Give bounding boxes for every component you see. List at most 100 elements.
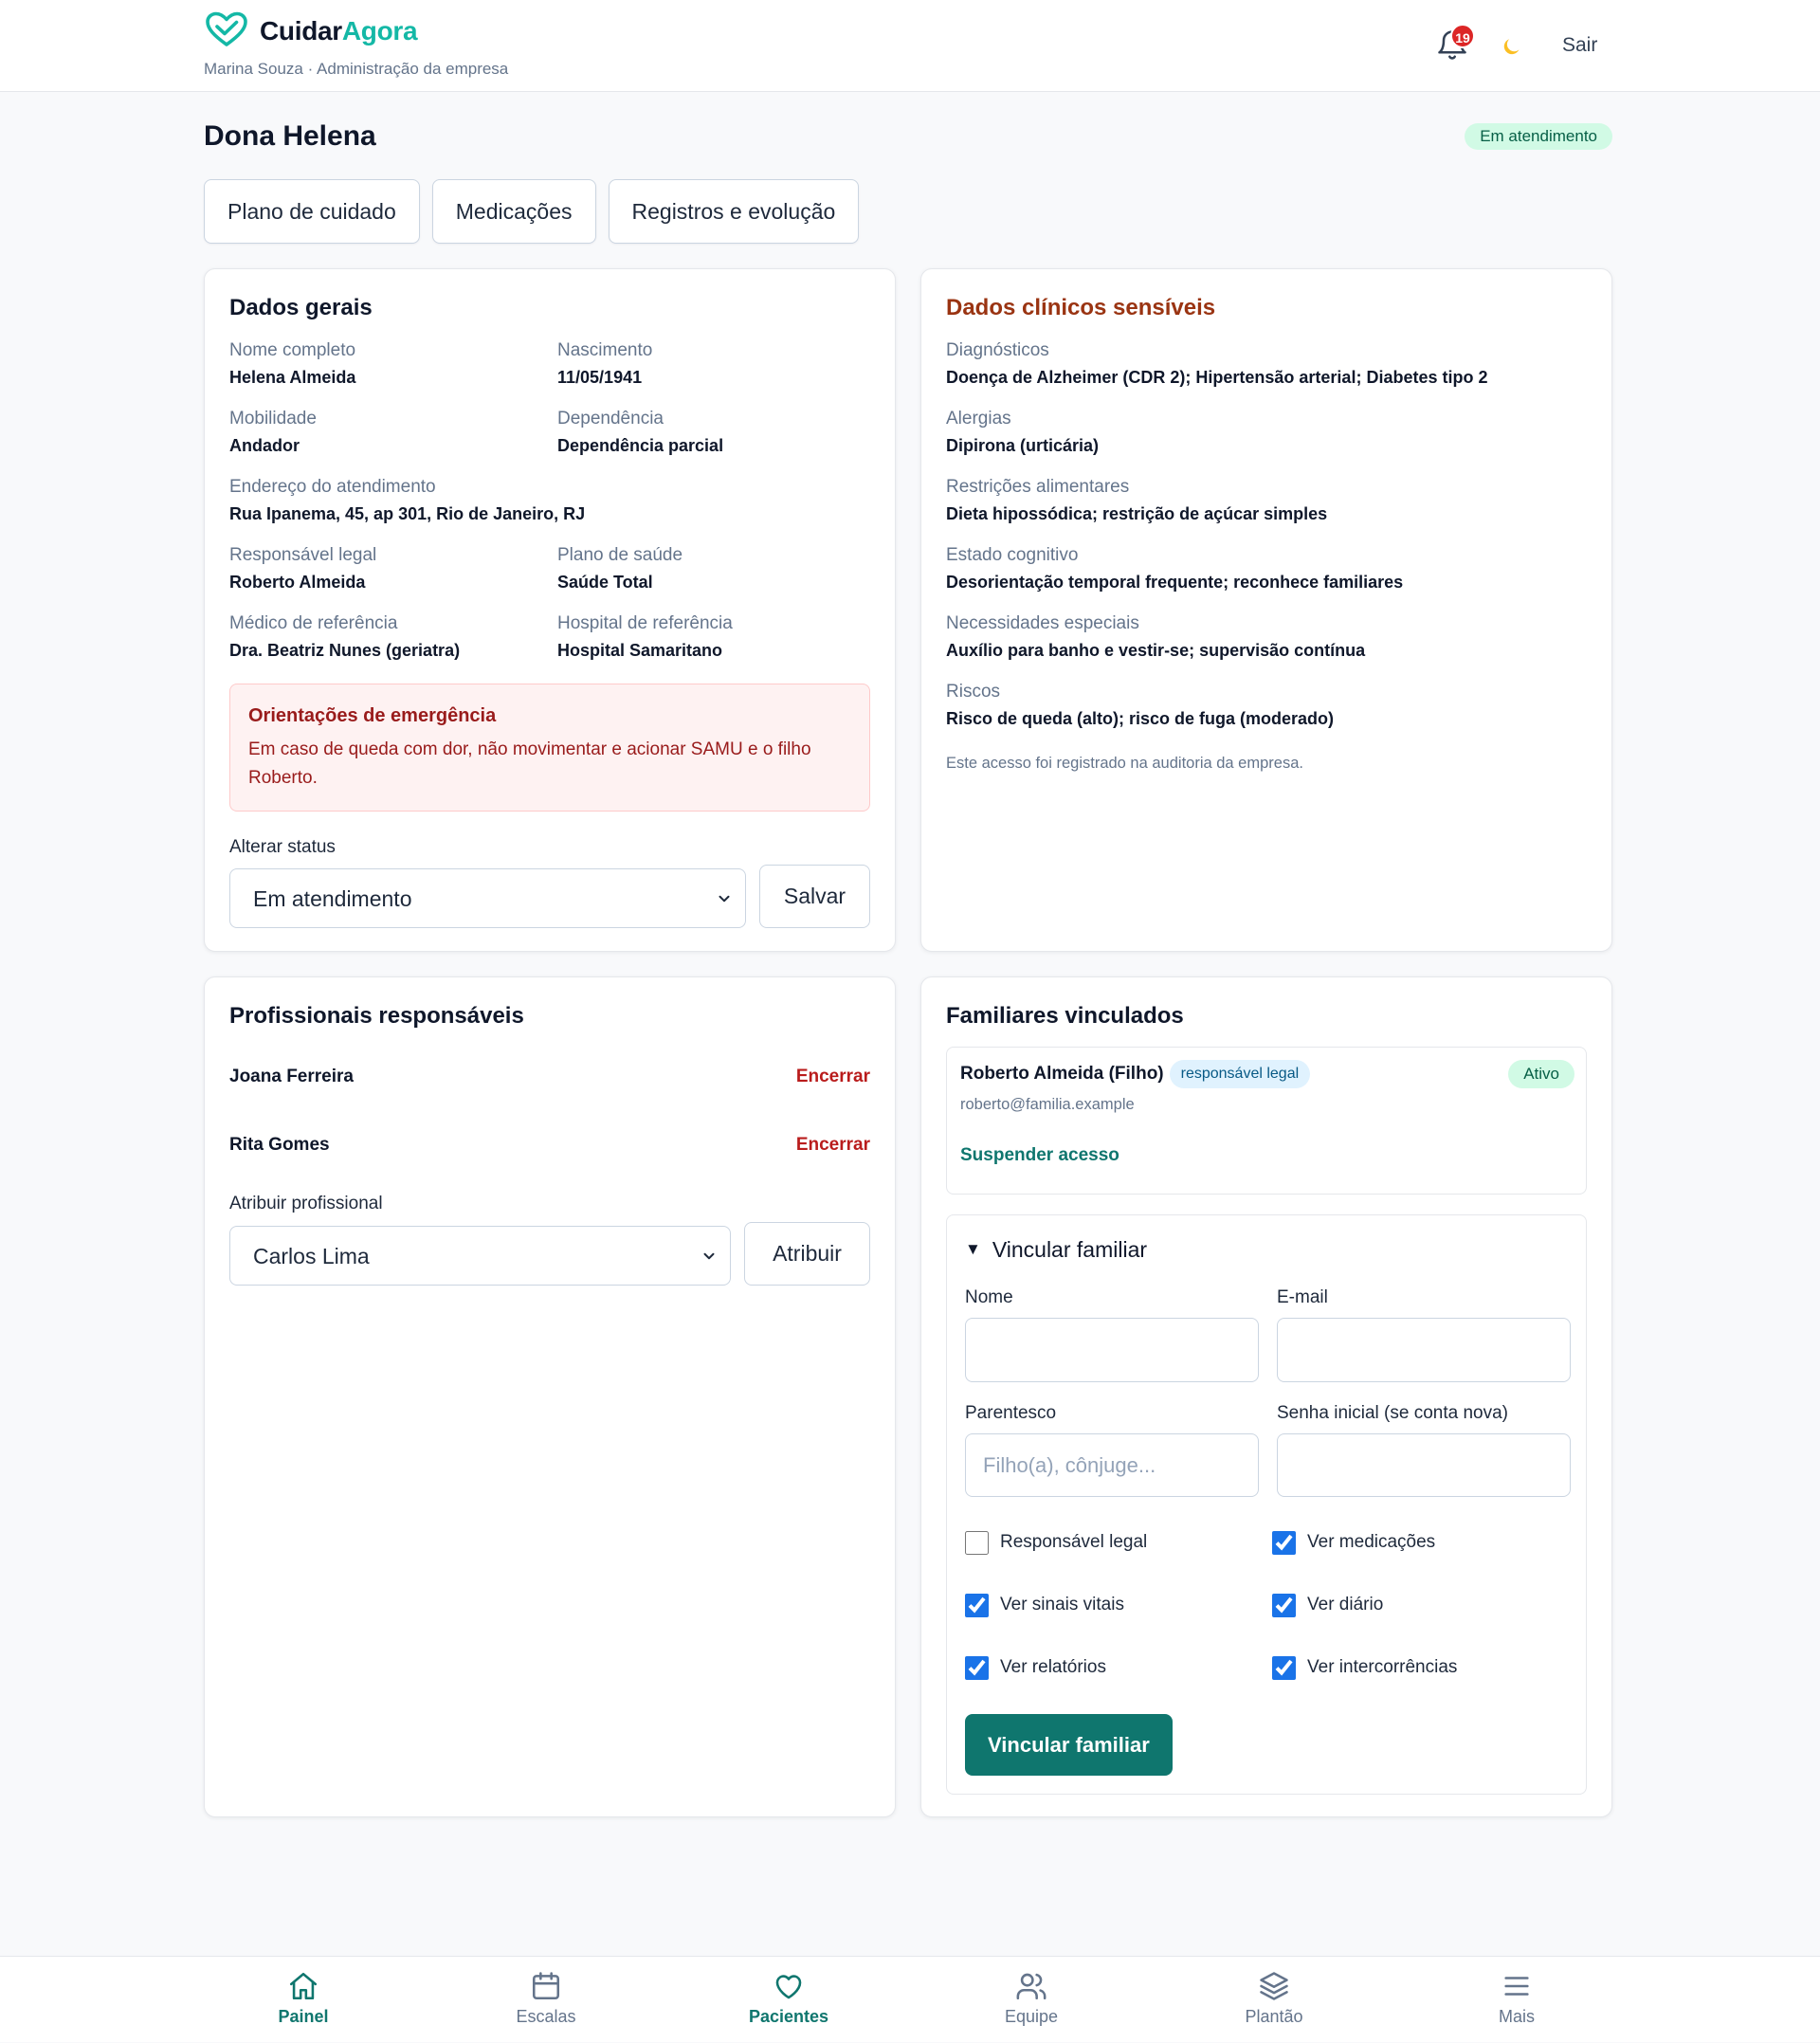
professional-select[interactable]: Carlos Lima [229, 1226, 731, 1286]
link-family-toggle[interactable]: ▼ Vincular familiar [965, 1233, 1568, 1266]
field-value: Dipirona (urticária) [946, 436, 1100, 455]
nav-label: Painel [278, 2007, 329, 2026]
page-title: Dona Helena [204, 120, 376, 152]
permission-diary[interactable]: Ver diário [1272, 1574, 1566, 1636]
field-diet-restrictions: Restrições alimentares Dieta hipossódica… [946, 474, 1587, 527]
field-cognitive-state: Estado cognitivo Desorientação temporal … [946, 542, 1587, 595]
suspend-access-button[interactable]: Suspender acesso [960, 1142, 1574, 1169]
assign-button[interactable]: Atribuir [744, 1222, 870, 1286]
field-label: Nome completo [229, 340, 356, 360]
tab-records[interactable]: Registros e evolução [608, 179, 860, 244]
field-risks: Riscos Risco de queda (alto); risco de f… [946, 679, 1587, 732]
nav-item-patients[interactable]: Pacientes [667, 1957, 910, 2043]
field-value: Doença de Alzheimer (CDR 2); Hipertensão… [946, 368, 1488, 387]
clinical-fields: Diagnósticos Doença de Alzheimer (CDR 2)… [946, 337, 1587, 732]
field-label: Parentesco [965, 1403, 1057, 1423]
relation-field-group: Parentesco [965, 1400, 1259, 1497]
professional-select-wrapper: Carlos Lima [229, 1226, 731, 1286]
field-birth-date: Nascimento 11/05/1941 [557, 337, 872, 391]
field-value: Andador [229, 436, 300, 455]
link-family-button[interactable]: Vincular familiar [965, 1714, 1173, 1776]
nav-item-team[interactable]: Equipe [910, 1957, 1153, 2043]
assign-label: Atribuir profissional [229, 1194, 383, 1213]
tab-medications[interactable]: Medicações [431, 179, 596, 244]
checkbox-label: Ver sinais vitais [1000, 1595, 1124, 1614]
permission-incidents[interactable]: Ver intercorrências [1272, 1636, 1566, 1699]
status-select[interactable]: Em atendimento [229, 868, 746, 928]
end-assignment-button[interactable]: Encerrar [796, 1064, 870, 1090]
member-header: Roberto Almeida (Filho) responsável lega… [960, 1059, 1574, 1089]
member-email: roberto@familia.example [960, 1096, 1135, 1113]
member-status-badge: Ativo [1508, 1060, 1574, 1088]
field-diagnoses: Diagnósticos Doença de Alzheimer (CDR 2)… [946, 337, 1587, 391]
field-reference-doctor: Médico de referência Dra. Beatriz Nunes … [229, 611, 544, 664]
nav-item-dashboard[interactable]: Painel [182, 1957, 425, 2043]
list-item: Joana Ferreira Encerrar [229, 1064, 870, 1111]
field-label: Dependência [557, 409, 664, 429]
field-health-plan: Plano de saúde Saúde Total [557, 542, 872, 595]
email-input[interactable] [1277, 1318, 1571, 1382]
status-label: Alterar status [229, 837, 336, 857]
general-fields: Nome completo Helena Almeida Nascimento … [229, 337, 870, 664]
brand-name[interactable]: CuidarAgora [260, 13, 418, 49]
nav-label: Escalas [516, 2007, 576, 2026]
field-value: Risco de queda (alto); risco de fuga (mo… [946, 709, 1335, 728]
emergency-instructions: Orientações de emergência Em caso de que… [229, 684, 870, 812]
field-label: Responsável legal [229, 545, 377, 565]
vital-signs-checkbox[interactable] [965, 1593, 989, 1617]
checkbox-label: Responsável legal [1000, 1532, 1148, 1552]
field-label: Nome [965, 1287, 1013, 1307]
checkbox-label: Ver medicações [1307, 1532, 1436, 1552]
logout-link[interactable]: Sair [1562, 32, 1597, 59]
status-badge: Em atendimento [1465, 123, 1612, 150]
card-title: Dados clínicos sensíveis [946, 295, 1216, 320]
home-icon [289, 1972, 318, 2000]
card-title: Familiares vinculados [946, 1003, 1184, 1029]
nav-label: Mais [1498, 2007, 1535, 2026]
field-value: Helena Almeida [229, 368, 356, 387]
general-data-card: Dados gerais Nome completo Helena Almeid… [204, 268, 896, 952]
nav-label: Plantão [1245, 2007, 1303, 2026]
field-value: Dependência parcial [557, 436, 724, 455]
tab-care-plan[interactable]: Plano de cuidado [204, 179, 420, 244]
field-label: Estado cognitivo [946, 545, 1079, 565]
field-label: Alergias [946, 409, 1011, 429]
relationship-input[interactable] [965, 1433, 1259, 1497]
permissions-group: Responsável legal Ver medicações Ver sin… [965, 1511, 1568, 1699]
name-input[interactable] [965, 1318, 1259, 1382]
moon-icon[interactable] [1501, 35, 1523, 58]
app-header: CuidarAgora Marina Souza · Administração… [0, 0, 1820, 92]
save-status-button[interactable]: Salvar [759, 865, 870, 928]
field-value: Dieta hipossódica; restrição de açúcar s… [946, 504, 1328, 523]
bottom-nav-items: Painel Escalas Pacientes Equipe Plantão … [182, 1957, 1638, 2043]
field-label: Hospital de referência [557, 613, 733, 633]
field-allergies: Alergias Dipirona (urticária) [946, 406, 1587, 459]
member-name: Roberto Almeida (Filho) [960, 1064, 1164, 1084]
diary-checkbox[interactable] [1272, 1593, 1296, 1617]
nav-item-shift[interactable]: Plantão [1153, 1957, 1395, 2043]
permission-legal-guardian[interactable]: Responsável legal [965, 1511, 1272, 1574]
form-row-name-email: Nome E-mail [965, 1285, 1571, 1382]
bottom-navigation: Painel Escalas Pacientes Equipe Plantão … [0, 1956, 1820, 2042]
form-row-relation-password: Parentesco Senha inicial (se conta nova) [965, 1400, 1571, 1497]
permission-medications[interactable]: Ver medicações [1272, 1511, 1566, 1574]
field-reference-hospital: Hospital de referência Hospital Samarita… [557, 611, 872, 664]
layers-icon [1260, 1972, 1288, 2000]
incidents-checkbox[interactable] [1272, 1655, 1296, 1680]
heart-logo-icon [203, 10, 250, 48]
field-value: Dra. Beatriz Nunes (geriatra) [229, 641, 461, 660]
nav-label: Equipe [1004, 2007, 1059, 2026]
field-label: E-mail [1277, 1287, 1328, 1307]
legal-guardian-checkbox[interactable] [965, 1530, 989, 1555]
nav-item-more[interactable]: Mais [1395, 1957, 1638, 2043]
permission-vital-signs[interactable]: Ver sinais vitais [965, 1574, 1272, 1636]
reports-checkbox[interactable] [965, 1655, 989, 1680]
medications-checkbox[interactable] [1272, 1530, 1296, 1555]
end-assignment-button[interactable]: Encerrar [796, 1132, 870, 1158]
professional-name: Joana Ferreira [229, 1067, 354, 1086]
permission-reports[interactable]: Ver relatórios [965, 1636, 1272, 1699]
initial-password-input[interactable] [1277, 1433, 1571, 1497]
emergency-text: Em caso de queda com dor, não movimentar… [248, 739, 811, 788]
nav-item-schedules[interactable]: Escalas [425, 1957, 667, 2043]
status-select-wrapper: Em atendimento [229, 868, 746, 928]
